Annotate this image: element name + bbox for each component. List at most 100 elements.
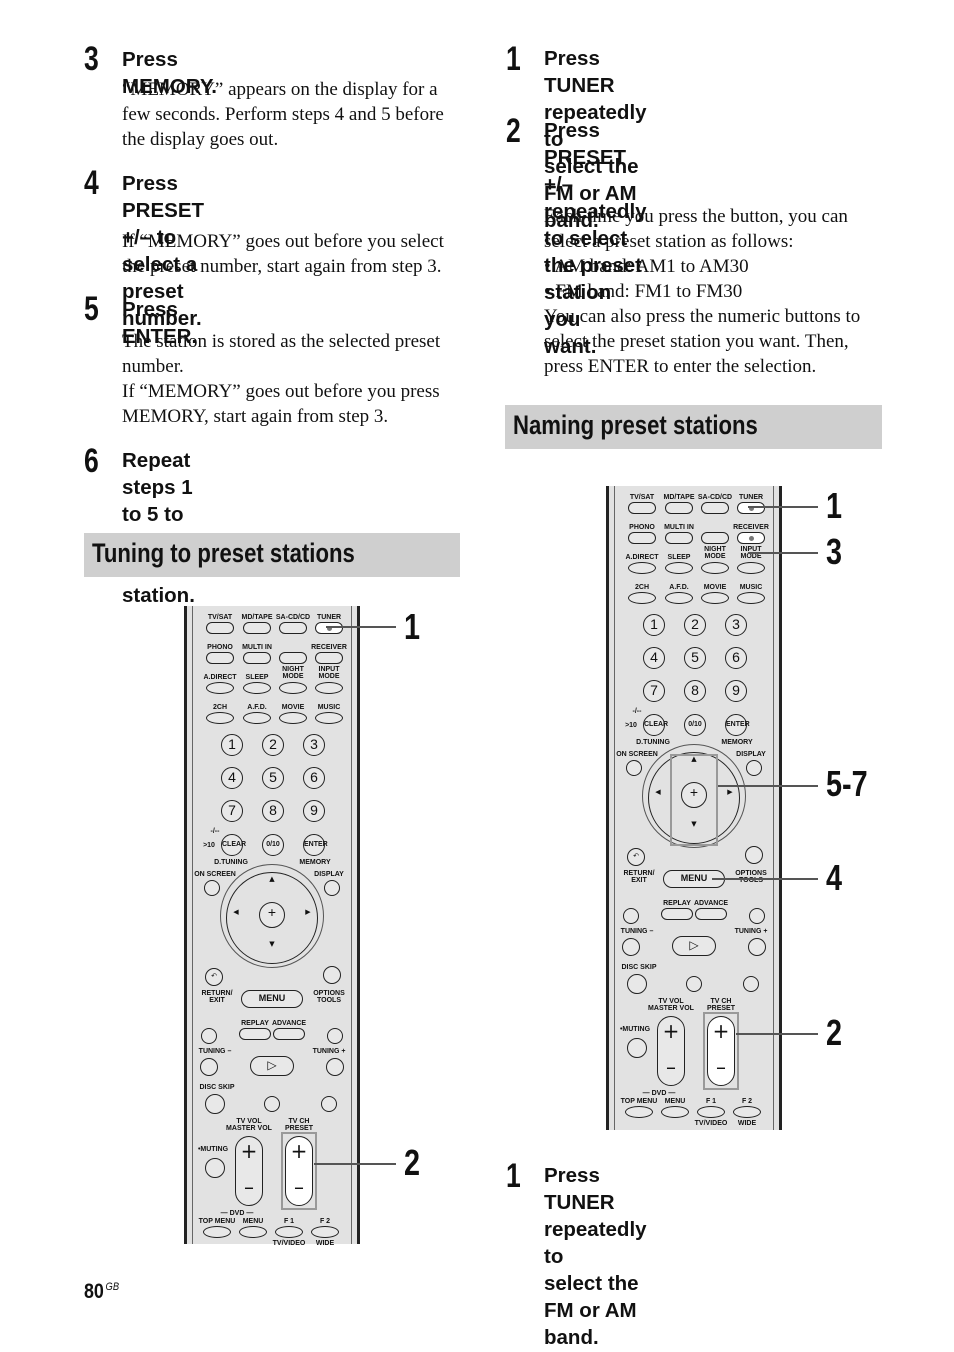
disc-skip-button[interactable] bbox=[205, 1094, 225, 1114]
blank-button[interactable] bbox=[701, 532, 729, 544]
advance-button[interactable] bbox=[273, 1028, 305, 1040]
pause-button[interactable] bbox=[686, 976, 702, 992]
blank-button[interactable] bbox=[279, 652, 307, 664]
play-button[interactable]: ▷ bbox=[672, 936, 716, 956]
arrow-down-button[interactable]: ▼ bbox=[263, 937, 281, 955]
music-button[interactable] bbox=[315, 712, 343, 724]
a-direct-button[interactable] bbox=[628, 562, 656, 574]
on-screen-button[interactable] bbox=[204, 880, 220, 896]
number-5-button[interactable]: 5 bbox=[684, 647, 706, 669]
dvd-menu-button[interactable] bbox=[661, 1106, 689, 1118]
options-tools-button[interactable] bbox=[323, 966, 341, 984]
arrow-right-button[interactable]: ▶ bbox=[299, 905, 317, 923]
tv-sat-button[interactable] bbox=[628, 502, 656, 514]
return-icon[interactable]: ↶ bbox=[205, 968, 223, 986]
number-4-button[interactable]: 4 bbox=[643, 647, 665, 669]
f1-button[interactable] bbox=[275, 1226, 303, 1238]
number-7-button[interactable]: 7 bbox=[221, 800, 243, 822]
previous-button[interactable] bbox=[623, 908, 639, 924]
number-4-button[interactable]: 4 bbox=[221, 767, 243, 789]
tuning-minus-button[interactable] bbox=[622, 938, 640, 956]
return-icon[interactable]: ↶ bbox=[627, 848, 645, 866]
stop-button[interactable] bbox=[321, 1096, 337, 1112]
options-tools-button[interactable] bbox=[745, 846, 763, 864]
f2-button[interactable] bbox=[733, 1106, 761, 1118]
arrow-up-button[interactable]: ▲ bbox=[263, 872, 281, 890]
enter-button[interactable]: ENTER bbox=[725, 714, 750, 736]
number-3-button[interactable]: 3 bbox=[303, 734, 325, 756]
replay-button[interactable] bbox=[661, 908, 693, 920]
clear-button[interactable]: CLEAR bbox=[643, 714, 668, 736]
receiver-button[interactable] bbox=[315, 652, 343, 664]
a-f-d-button[interactable] bbox=[243, 712, 271, 724]
enter-center-button[interactable]: + bbox=[259, 902, 285, 928]
number-5-button[interactable]: 5 bbox=[262, 767, 284, 789]
a-direct-button[interactable] bbox=[206, 682, 234, 694]
movie-button[interactable] bbox=[701, 592, 729, 604]
tuner-button[interactable] bbox=[315, 622, 343, 634]
previous-button[interactable] bbox=[201, 1028, 217, 1044]
f2-button[interactable] bbox=[311, 1226, 339, 1238]
top-menu-button[interactable] bbox=[625, 1106, 653, 1118]
master-volume-rocker[interactable]: + – bbox=[657, 1016, 685, 1086]
2ch-button[interactable] bbox=[628, 592, 656, 604]
clear-button[interactable]: CLEAR bbox=[221, 834, 246, 856]
pause-button[interactable] bbox=[264, 1096, 280, 1112]
replay-button[interactable] bbox=[239, 1028, 271, 1040]
night-mode-button[interactable] bbox=[279, 682, 307, 694]
sleep-button[interactable] bbox=[243, 682, 271, 694]
stop-button[interactable] bbox=[743, 976, 759, 992]
tuning-plus-button[interactable] bbox=[326, 1058, 344, 1076]
sleep-button[interactable] bbox=[665, 562, 693, 574]
f1-button[interactable] bbox=[697, 1106, 725, 1118]
number-9-button[interactable]: 9 bbox=[303, 800, 325, 822]
number-2-button[interactable]: 2 bbox=[684, 614, 706, 636]
disc-skip-button[interactable] bbox=[627, 974, 647, 994]
dvd-menu-button[interactable] bbox=[239, 1226, 267, 1238]
muting-button[interactable] bbox=[627, 1038, 647, 1058]
master-volume-rocker[interactable]: + – bbox=[235, 1136, 263, 1206]
music-button[interactable] bbox=[737, 592, 765, 604]
number-7-button[interactable]: 7 bbox=[643, 680, 665, 702]
movie-button[interactable] bbox=[279, 712, 307, 724]
muting-button[interactable] bbox=[205, 1158, 225, 1178]
md-tape-button[interactable] bbox=[243, 622, 271, 634]
2ch-button[interactable] bbox=[206, 712, 234, 724]
number-8-button[interactable]: 8 bbox=[684, 680, 706, 702]
number-6-button[interactable]: 6 bbox=[725, 647, 747, 669]
play-button[interactable]: ▷ bbox=[250, 1056, 294, 1076]
tuning-minus-button[interactable] bbox=[200, 1058, 218, 1076]
display-button[interactable] bbox=[746, 760, 762, 776]
multi-in-button[interactable] bbox=[243, 652, 271, 664]
number-1-button[interactable]: 1 bbox=[643, 614, 665, 636]
receiver-button[interactable] bbox=[737, 532, 765, 544]
next-button[interactable] bbox=[749, 908, 765, 924]
phono-button[interactable] bbox=[206, 652, 234, 664]
input-mode-button[interactable] bbox=[737, 562, 765, 574]
display-button[interactable] bbox=[324, 880, 340, 896]
md-tape-button[interactable] bbox=[665, 502, 693, 514]
number-9-button[interactable]: 9 bbox=[725, 680, 747, 702]
next-button[interactable] bbox=[327, 1028, 343, 1044]
input-mode-button[interactable] bbox=[315, 682, 343, 694]
number-6-button[interactable]: 6 bbox=[303, 767, 325, 789]
advance-button[interactable] bbox=[695, 908, 727, 920]
zero-ten-button[interactable]: 0/10 bbox=[684, 714, 706, 736]
enter-button[interactable]: ENTER bbox=[303, 834, 328, 856]
a-f-d-button[interactable] bbox=[665, 592, 693, 604]
tuner-button[interactable] bbox=[737, 502, 765, 514]
on-screen-button[interactable] bbox=[626, 760, 642, 776]
sa-cd-cd-button[interactable] bbox=[701, 502, 729, 514]
number-2-button[interactable]: 2 bbox=[262, 734, 284, 756]
night-mode-button[interactable] bbox=[701, 562, 729, 574]
arrow-left-button[interactable]: ◀ bbox=[227, 905, 245, 923]
zero-ten-button[interactable]: 0/10 bbox=[262, 834, 284, 856]
arrow-right-button[interactable]: ▶ bbox=[721, 785, 739, 803]
sa-cd-cd-button[interactable] bbox=[279, 622, 307, 634]
top-menu-button[interactable] bbox=[203, 1226, 231, 1238]
arrow-left-button[interactable]: ◀ bbox=[649, 785, 667, 803]
tv-sat-button[interactable] bbox=[206, 622, 234, 634]
menu-button[interactable]: MENU bbox=[241, 990, 303, 1008]
number-3-button[interactable]: 3 bbox=[725, 614, 747, 636]
phono-button[interactable] bbox=[628, 532, 656, 544]
